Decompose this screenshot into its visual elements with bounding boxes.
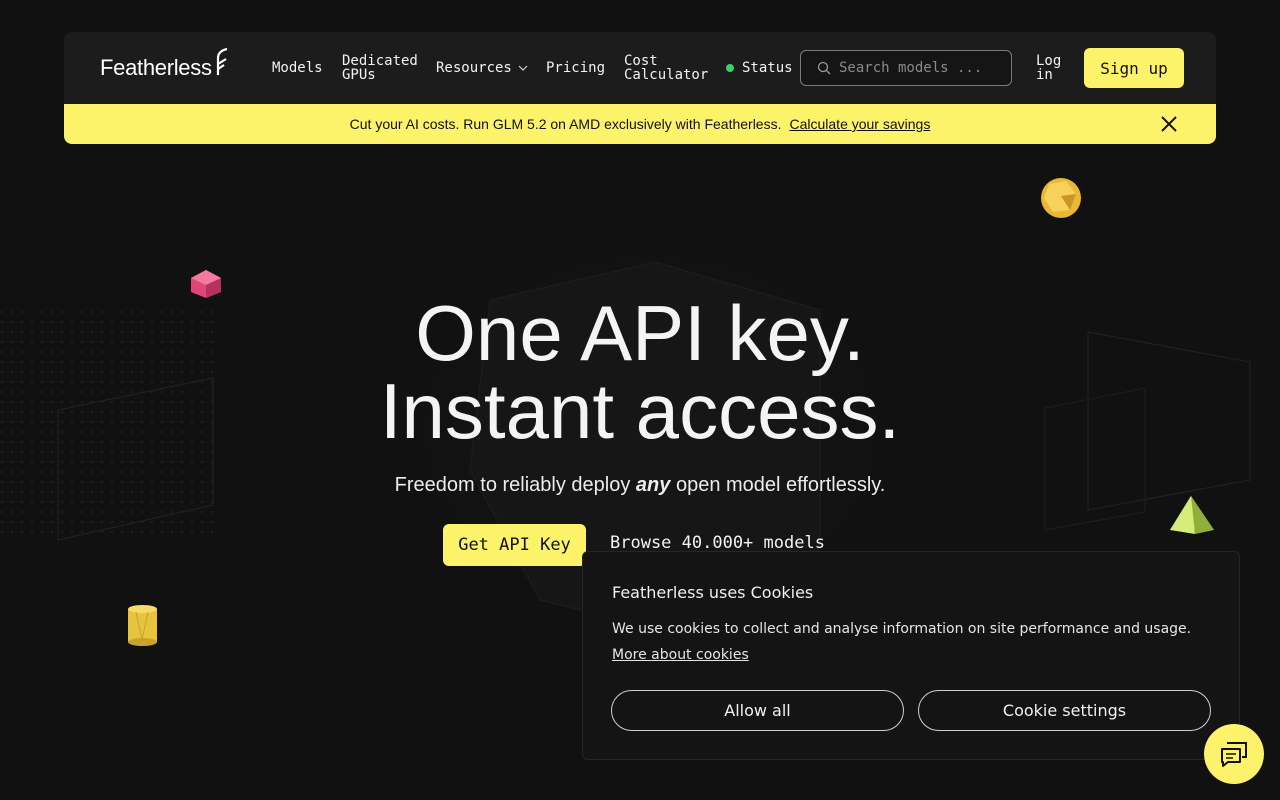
hero-subtitle-emphasis: any [635, 474, 671, 496]
cookie-consent-panel: Featherless uses Cookies We use cookies … [582, 551, 1240, 760]
nav-pricing[interactable]: Pricing [546, 61, 605, 75]
hero-headline-line1: One API key. [415, 289, 865, 377]
chat-launcher-button[interactable] [1204, 724, 1264, 784]
hero-headline-line2: Instant access. [379, 367, 901, 455]
more-about-cookies-link[interactable]: More about cookies [612, 647, 749, 663]
nav-cost-calculator[interactable]: Cost Calculator [624, 54, 714, 82]
yellow-orb-decoration [1041, 178, 1081, 218]
allow-all-cookies-button[interactable]: Allow all [611, 690, 904, 731]
nav-status-label: Status [742, 60, 793, 76]
nav-resources-label: Resources [436, 60, 512, 76]
status-indicator-dot [726, 64, 734, 72]
top-navigation-bar: Featherless Models Dedicated GPUs Resour… [64, 32, 1216, 104]
close-icon[interactable] [1160, 115, 1178, 133]
nav-models[interactable]: Models [272, 61, 323, 75]
nav-resources-dropdown[interactable]: Resources [436, 61, 528, 75]
cookie-settings-button[interactable]: Cookie settings [918, 690, 1211, 731]
search-models-box[interactable] [800, 50, 1012, 86]
get-api-key-button[interactable]: Get API Key [443, 524, 586, 566]
logo-text: Featherless [100, 55, 212, 80]
yellow-cylinder-decoration [128, 605, 157, 646]
browse-models-link[interactable]: Browse 40.000+ models [610, 533, 825, 553]
sign-up-button[interactable]: Sign up [1084, 48, 1184, 88]
calculate-savings-link[interactable]: Calculate your savings [789, 116, 930, 132]
cookie-description: We use cookies to collect and analyse in… [612, 621, 1192, 637]
promo-banner-text: Cut your AI costs. Run GLM 5.2 on AMD ex… [349, 116, 782, 132]
login-link[interactable]: Log in [1036, 54, 1066, 82]
nav-dedicated-gpus[interactable]: Dedicated GPUs [342, 54, 422, 82]
search-models-input[interactable] [839, 60, 1009, 76]
promo-banner: Cut your AI costs. Run GLM 5.2 on AMD ex… [64, 104, 1216, 144]
chat-icon [1221, 742, 1247, 767]
feather-logo-icon [216, 48, 227, 75]
cookie-title: Featherless uses Cookies [612, 583, 814, 602]
green-pyramid-decoration [1170, 496, 1214, 534]
hero-subtitle-start: Freedom to reliably deploy [394, 474, 631, 496]
nav-status[interactable]: Status [726, 61, 793, 75]
hero-subtitle-end: open model effortlessly. [675, 474, 886, 496]
search-icon [817, 61, 831, 75]
hero-subtitle: Freedom to reliably deploy any open mode… [0, 474, 1280, 497]
featherless-logo[interactable]: Featherless [100, 48, 229, 88]
chevron-down-icon [518, 65, 528, 71]
